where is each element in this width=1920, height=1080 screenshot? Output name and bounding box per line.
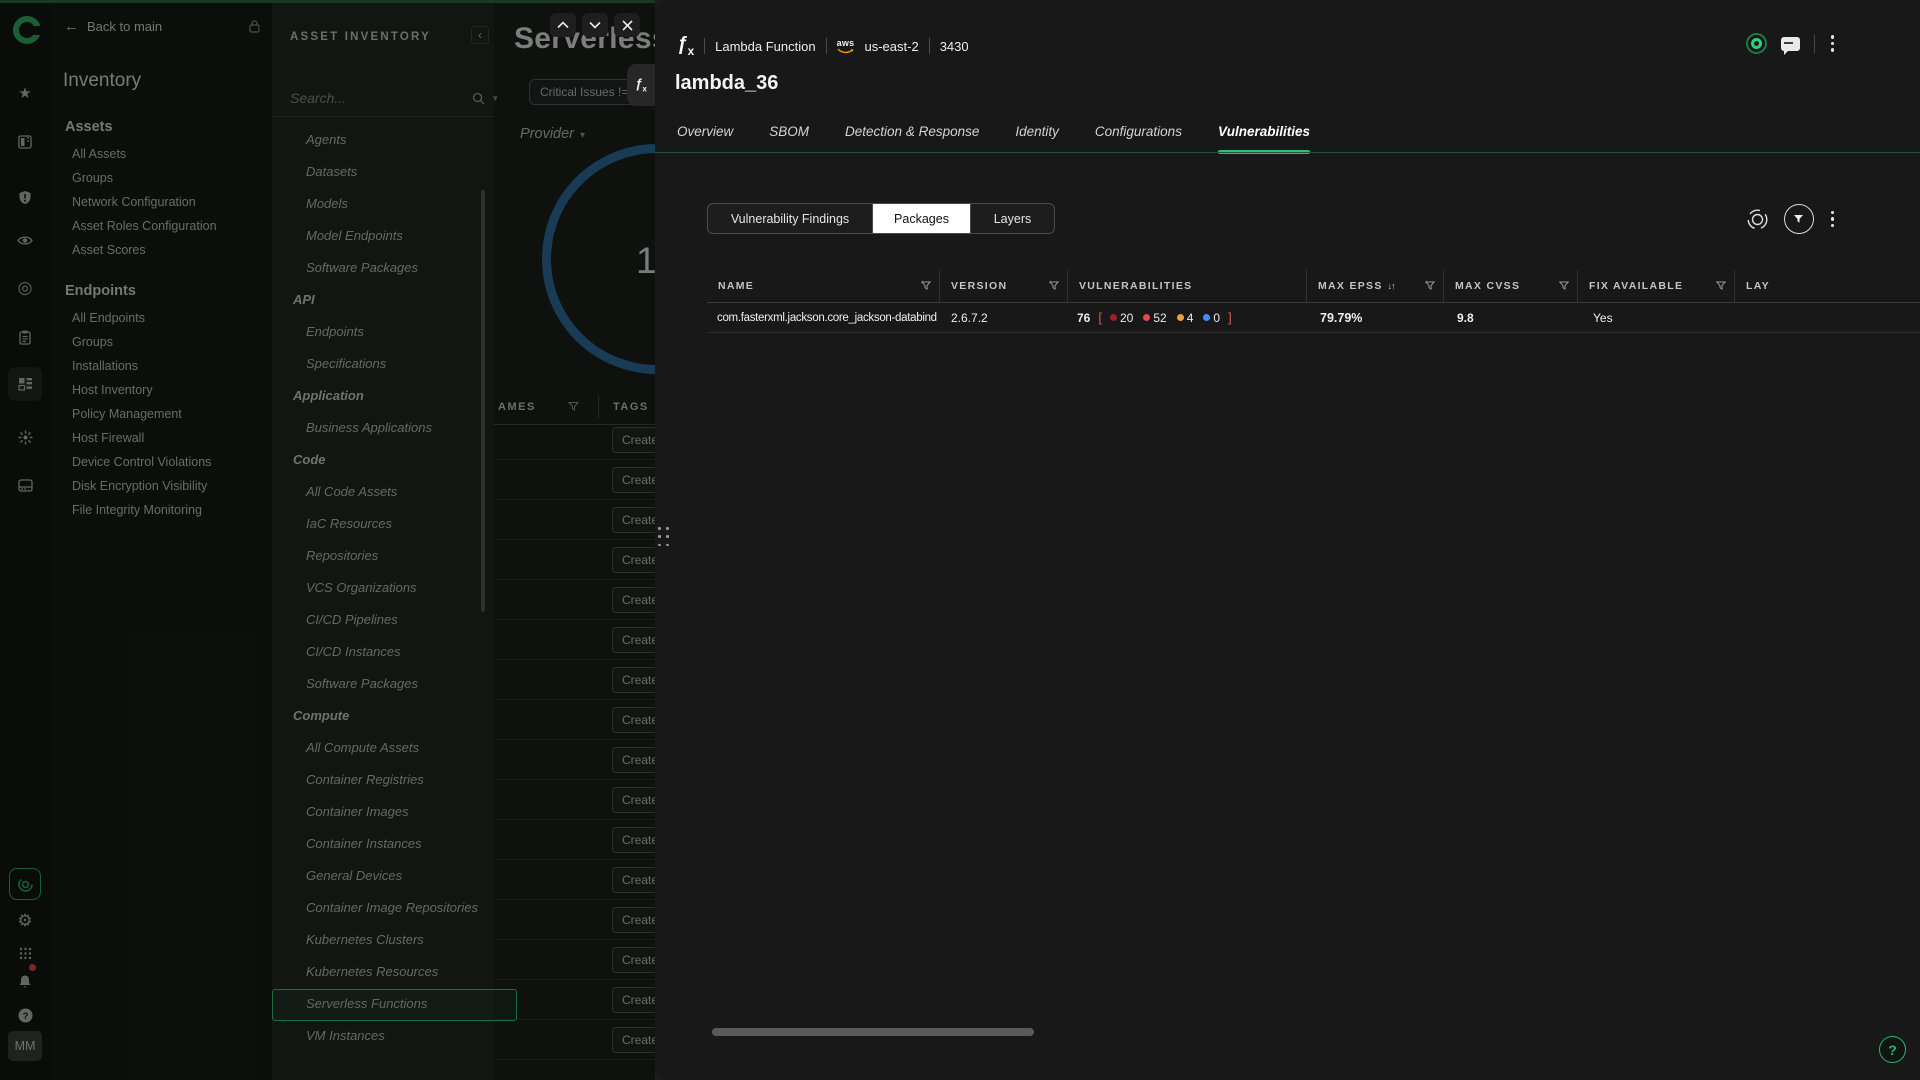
drawer-resize-handle[interactable]: [658, 527, 671, 549]
package-version: 2.6.7.2: [940, 311, 1068, 325]
column-max-epss: MAX EPSS ↓↑: [1307, 270, 1444, 302]
column-label: MAX EPSS: [1318, 280, 1383, 292]
tab-identity[interactable]: Identity: [1015, 124, 1059, 152]
app-root: ★◎ ⚙? MM ← Back to main Inventory Assets…: [0, 0, 1920, 1080]
vulnerability-subtabs: Vulnerability FindingsPackagesLayers: [707, 203, 1055, 234]
severity-count: 0: [1203, 311, 1220, 325]
column-label: NAME: [718, 280, 754, 292]
subtab-vulnerability-findings[interactable]: Vulnerability Findings: [708, 204, 873, 233]
funnel-icon[interactable]: [921, 281, 931, 291]
table-row[interactable]: com.fasterxml.jackson.core_jackson-datab…: [707, 303, 1920, 333]
more-menu-icon[interactable]: [1829, 33, 1837, 54]
region-label: us-east-2: [865, 39, 919, 54]
bracket: ]: [1228, 310, 1232, 325]
severity-dot-icon: [1177, 314, 1184, 321]
column-fix-available: FIX AVAILABLE: [1578, 270, 1735, 302]
table-more-menu-icon[interactable]: [1829, 209, 1837, 230]
lambda-pinned-tab[interactable]: ƒx: [627, 64, 655, 106]
dim-overlay: [0, 0, 655, 1080]
funnel-icon[interactable]: [1559, 281, 1569, 291]
funnel-icon[interactable]: [1716, 281, 1726, 291]
asset-details-drawer: ƒx ƒx Lambda Function aws us-east-2 3430…: [655, 0, 1920, 1080]
max-epss-value: 79.79%: [1307, 311, 1444, 325]
drawer-controls: [550, 13, 640, 37]
column-lay: LAY: [1735, 270, 1920, 302]
severity-breakdown: 20 52 4 0: [1110, 311, 1220, 325]
filter-button[interactable]: [1784, 204, 1814, 234]
severity-value: 20: [1120, 311, 1133, 325]
severity-count: 4: [1177, 311, 1194, 325]
tab-overview[interactable]: Overview: [677, 124, 733, 152]
drawer-tabs: Overview SBOM Detection & Response Identity…: [677, 124, 1310, 152]
severity-value: 4: [1187, 311, 1194, 325]
severity-count: 52: [1143, 311, 1166, 325]
rescan-icon[interactable]: [1746, 208, 1769, 231]
divider: [1814, 34, 1815, 54]
column-label: VULNERABILITIES: [1079, 280, 1192, 292]
severity-dot-icon: [1110, 314, 1117, 321]
close-drawer-button[interactable]: [614, 13, 640, 37]
brand-ring-icon[interactable]: [1746, 33, 1767, 54]
table-actions: [1746, 204, 1837, 234]
severity-value: 52: [1153, 311, 1166, 325]
tab-configurations[interactable]: Configurations: [1095, 124, 1182, 152]
severity-dot-icon: [1203, 314, 1210, 321]
package-name: com.fasterxml.jackson.core_jackson-datab…: [707, 312, 940, 324]
severity-value: 0: [1213, 311, 1220, 325]
tab-vulnerabilities[interactable]: Vulnerabilities: [1218, 124, 1310, 152]
aws-icon: aws: [837, 39, 855, 54]
asset-header: ƒx Lambda Function aws us-east-2 3430: [677, 33, 969, 59]
column-label: LAY: [1746, 280, 1770, 292]
fix-available-value: Yes: [1578, 311, 1735, 325]
column-label: MAX CVSS: [1455, 280, 1520, 292]
column-version: VERSION: [940, 270, 1068, 302]
subtab-layers[interactable]: Layers: [971, 204, 1054, 233]
divider: [704, 38, 705, 54]
help-button[interactable]: ?: [1879, 1036, 1906, 1063]
vulnerability-total: 76: [1077, 311, 1090, 325]
drawer-actions: [1746, 33, 1837, 54]
tab-sbom[interactable]: SBOM: [769, 124, 809, 152]
vulnerabilities-cell: 76 [ 20 52 4 0 ]: [1068, 310, 1307, 325]
funnel-icon[interactable]: [1425, 281, 1435, 291]
sort-icon[interactable]: ↓↑: [1388, 281, 1395, 291]
max-cvss-value: 9.8: [1444, 311, 1578, 325]
previous-asset-button[interactable]: [550, 13, 576, 37]
column-name: NAME: [707, 270, 940, 302]
tab-detection-response[interactable]: Detection & Response: [845, 124, 979, 152]
column-label: VERSION: [951, 280, 1007, 292]
subtab-packages[interactable]: Packages: [873, 204, 971, 233]
column-label: FIX AVAILABLE: [1589, 280, 1683, 292]
chat-icon[interactable]: [1781, 37, 1800, 51]
severity-count: 20: [1110, 311, 1133, 325]
lambda-fx-icon: ƒx: [635, 76, 647, 94]
asset-count: 3430: [940, 39, 969, 54]
bracket: [: [1098, 310, 1102, 325]
packages-table: NAMEVERSIONVULNERABILITIESMAX EPSS↓↑MAX …: [707, 270, 1920, 333]
lambda-fx-icon: ƒx: [677, 34, 694, 58]
tabs-underline: [655, 152, 1920, 153]
asset-type-label: Lambda Function: [715, 39, 815, 54]
horizontal-scrollbar[interactable]: [712, 1028, 1034, 1036]
divider: [929, 38, 930, 54]
asset-title: lambda_36: [675, 72, 778, 95]
severity-dot-icon: [1143, 314, 1150, 321]
funnel-icon[interactable]: [1049, 281, 1059, 291]
next-asset-button[interactable]: [582, 13, 608, 37]
column-vulnerabilities: VULNERABILITIES: [1068, 270, 1307, 302]
column-max-cvss: MAX CVSS: [1444, 270, 1578, 302]
divider: [826, 38, 827, 54]
table-header-row: NAMEVERSIONVULNERABILITIESMAX EPSS↓↑MAX …: [707, 270, 1920, 303]
